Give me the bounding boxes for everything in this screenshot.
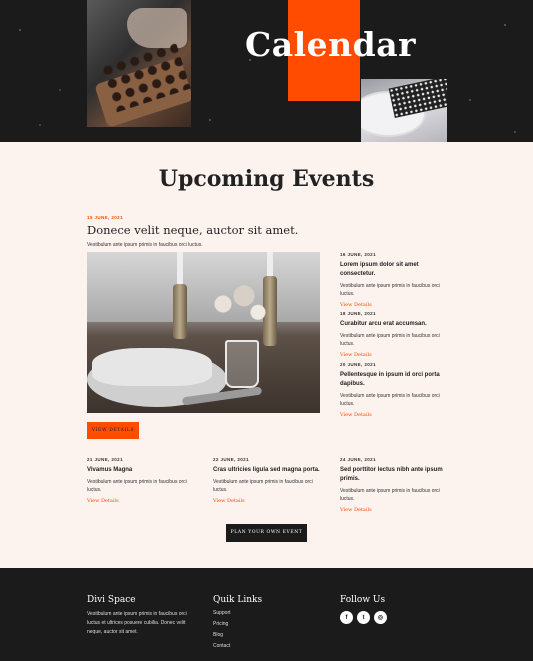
- photo-napkin: [92, 348, 212, 386]
- photo-candle-holder: [173, 284, 187, 339]
- hero-banner: Calendar: [0, 0, 533, 142]
- event-title[interactable]: Curabitur arcu erat accumsan.: [340, 320, 450, 329]
- event-date: 22 JUNE, 2021: [213, 457, 249, 462]
- event-date: 20 JUNE, 2021: [340, 362, 376, 367]
- footer-follow-heading: Follow Us: [340, 595, 386, 605]
- event-title[interactable]: Sed porttitor lectus nibh ante ipsum pri…: [340, 466, 450, 484]
- event-description: Vestibulum ante ipsum primis in faucibus…: [213, 479, 313, 493]
- bottom-event-1: 21 JUNE, 2021 Vivamus Magna Vestibulum a…: [87, 457, 197, 504]
- footer-about-heading: Divi Space: [87, 595, 136, 605]
- footer-about-text: Vestibulum ante ipsum primis in faucibus…: [87, 611, 187, 635]
- event-description: Vestibulum ante ipsum primis in faucibus…: [340, 333, 440, 347]
- instagram-icon[interactable]: ◎: [374, 611, 387, 624]
- photo-hand: [127, 8, 187, 48]
- side-event-2: 18 JUNE, 2021 Curabitur arcu erat accums…: [340, 311, 450, 358]
- event-description: Vestibulum ante ipsum primis in faucibus…: [340, 283, 440, 297]
- hero-photo-tableware: [361, 79, 447, 142]
- view-details-button[interactable]: VIEW DETAILS: [87, 422, 139, 439]
- bottom-event-3: 24 JUNE, 2021 Sed porttitor lectus nibh …: [340, 457, 450, 513]
- photo-glass: [225, 340, 259, 388]
- footer-follow: Follow Us f t ◎: [340, 595, 387, 624]
- bottom-event-2: 22 JUNE, 2021 Cras ultricies ligula sed …: [213, 457, 323, 504]
- event-description: Vestibulum ante ipsum primis in faucibus…: [87, 479, 187, 493]
- footer-links-heading: Quik Links: [213, 595, 263, 605]
- event-description: Vestibulum ante ipsum primis in faucibus…: [340, 488, 440, 502]
- side-event-3: 20 JUNE, 2021 Pellentesque in ipsum id o…: [340, 362, 450, 418]
- event-details-link[interactable]: View Details: [340, 352, 450, 358]
- footer-link-contact[interactable]: Contact: [213, 643, 262, 650]
- footer-quick-links: Quik Links Support Pricing Blog Contact: [213, 595, 262, 650]
- event-date: 18 JUNE, 2021: [340, 311, 376, 316]
- featured-event-date: 15 JUNE, 2021: [87, 215, 123, 220]
- event-title[interactable]: Vivamus Magna: [87, 466, 197, 475]
- featured-event-photo: [87, 252, 320, 413]
- facebook-icon[interactable]: f: [340, 611, 353, 624]
- event-details-link[interactable]: View Details: [340, 412, 450, 418]
- plan-event-button[interactable]: PLAN YOUR OWN EVENT: [226, 524, 307, 542]
- event-date: 24 JUNE, 2021: [340, 457, 376, 462]
- event-date: 16 JUNE, 2021: [340, 252, 376, 257]
- footer-link-support[interactable]: Support: [213, 610, 262, 617]
- footer-link-blog[interactable]: Blog: [213, 632, 262, 639]
- event-details-link[interactable]: View Details: [213, 498, 323, 504]
- event-title[interactable]: Lorem ipsum dolor sit amet consectetur.: [340, 261, 450, 279]
- footer: Divi Space Vestibulum ante ipsum primis …: [0, 568, 533, 661]
- footer-link-pricing[interactable]: Pricing: [213, 621, 262, 628]
- featured-event-subtitle: Vestibulum ante ipsum primis in faucibus…: [87, 242, 203, 248]
- page-title: Calendar: [245, 25, 417, 64]
- section-title: Upcoming Events: [158, 166, 375, 192]
- event-details-link[interactable]: View Details: [340, 507, 450, 513]
- event-title[interactable]: Cras ultricies ligula sed magna porta.: [213, 466, 323, 475]
- photo-napkin: [388, 79, 447, 118]
- photo-flowers: [202, 282, 272, 337]
- twitter-icon[interactable]: t: [357, 611, 370, 624]
- event-title[interactable]: Pellentesque in ipsum id orci porta dapi…: [340, 371, 450, 389]
- event-details-link[interactable]: View Details: [87, 498, 197, 504]
- hero-photo-appetizers: [87, 0, 191, 127]
- event-details-link[interactable]: View Details: [340, 302, 450, 308]
- starry-background: [0, 0, 533, 142]
- side-event-1: 16 JUNE, 2021 Lorem ipsum dolor sit amet…: [340, 252, 450, 308]
- featured-event-title[interactable]: Donece velit neque, auctor sit amet.: [87, 223, 298, 237]
- footer-about: Divi Space Vestibulum ante ipsum primis …: [87, 595, 197, 637]
- event-date: 21 JUNE, 2021: [87, 457, 123, 462]
- event-description: Vestibulum ante ipsum primis in faucibus…: [340, 393, 440, 407]
